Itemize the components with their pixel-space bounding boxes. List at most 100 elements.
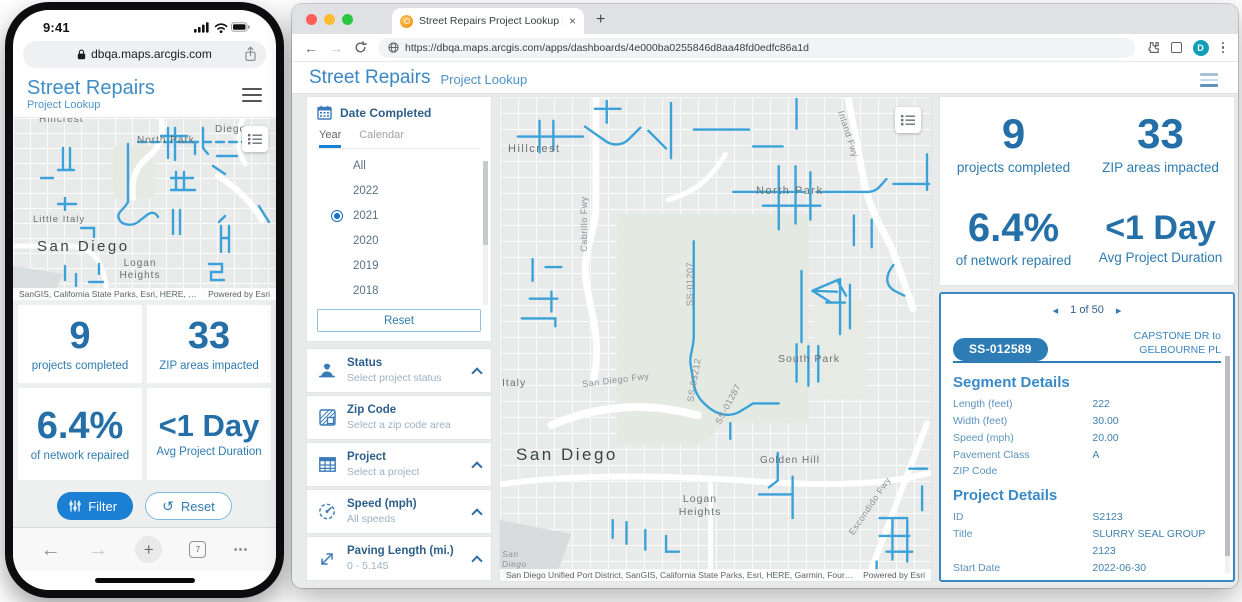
- tabs-button[interactable]: 7: [189, 541, 206, 558]
- status-icons: [194, 21, 250, 33]
- stat-avg-duration: <1 Day Avg Project Duration: [1087, 191, 1234, 285]
- year-option-list: All 2022 2021 2020 2019 2018: [317, 153, 481, 309]
- more-button[interactable]: •••: [234, 544, 249, 556]
- filter-title: Status: [347, 357, 463, 371]
- scrollbar-thumb[interactable]: [1225, 356, 1230, 556]
- measure-icon: [317, 551, 337, 567]
- filter-subtitle: Select a zip code area: [347, 419, 481, 431]
- browser-menu-button[interactable]: [1220, 40, 1227, 56]
- dashboard-header: Street Repairs Project Lookup: [292, 62, 1238, 94]
- scrollbar-thumb[interactable]: [483, 161, 488, 245]
- minimize-window-button[interactable]: [324, 14, 335, 25]
- filter-section-project[interactable]: Project Select a project: [306, 442, 492, 487]
- window-controls: [306, 14, 353, 25]
- detail-scrollbar[interactable]: [1225, 356, 1230, 573]
- calendar-icon: [317, 105, 332, 120]
- stat-label: of network repaired: [31, 450, 129, 462]
- project-details-title: Project Details: [953, 487, 1221, 504]
- share-icon[interactable]: [244, 46, 257, 62]
- filter-section-speed[interactable]: Speed (mph) All speeds: [306, 489, 492, 534]
- stat-value: 33: [1137, 113, 1184, 155]
- phone-map[interactable]: Hillcrest Diego North Park Little Italy …: [13, 118, 276, 300]
- legend-icon: [901, 114, 915, 126]
- chevron-up-icon: [471, 461, 482, 472]
- legend-button[interactable]: [895, 107, 921, 133]
- year-list-scrollbar[interactable]: [483, 161, 488, 305]
- map-attribution: San Diego Unified Port District, SanGIS,…: [500, 569, 931, 581]
- powered-by-esri: Powered by Esri: [200, 289, 270, 299]
- phone-reset-button[interactable]: ↺ Reset: [145, 492, 232, 520]
- lock-icon: [77, 49, 86, 60]
- new-tab-button[interactable]: +: [135, 536, 162, 563]
- stats-card: 9 projects completed 33 ZIP areas impact…: [939, 96, 1235, 286]
- year-option-2022[interactable]: 2022: [317, 178, 481, 203]
- legend-icon: [248, 133, 262, 145]
- tab-search-icon[interactable]: [1171, 42, 1182, 53]
- battery-icon: [232, 23, 250, 31]
- reload-button[interactable]: [354, 41, 367, 54]
- year-option-2018[interactable]: 2018: [317, 278, 481, 303]
- filter-title: Zip Code: [347, 404, 481, 418]
- home-indicator[interactable]: [95, 578, 195, 583]
- undo-icon: ↺: [162, 498, 174, 515]
- filter-section-paving-length[interactable]: Paving Length (mi.) 0 - 5.145: [306, 536, 492, 581]
- stat-value: 9: [69, 317, 90, 355]
- filter-section-status[interactable]: Status Select project status: [306, 348, 492, 393]
- phone-menu-button[interactable]: [242, 88, 262, 102]
- chevron-up-icon: [471, 508, 482, 519]
- profile-avatar[interactable]: D: [1193, 40, 1209, 56]
- back-button[interactable]: ←: [304, 41, 318, 55]
- stat-label: ZIP areas impacted: [159, 360, 259, 372]
- year-option-2020[interactable]: 2020: [317, 228, 481, 253]
- tab-title: Street Repairs Project Lookup |: [419, 15, 563, 27]
- filter-button-label: Filter: [88, 499, 117, 514]
- dashboard-map-canvas: [500, 97, 931, 573]
- back-button[interactable]: ←: [41, 540, 61, 560]
- wifi-icon: [216, 24, 227, 29]
- detail-content[interactable]: Segment Details Length (feet)222 Width (…: [953, 363, 1221, 572]
- screenshot-stage: 9:41: [0, 0, 1242, 602]
- browser-tab[interactable]: Street Repairs Project Lookup | ×: [392, 8, 584, 34]
- year-option-2019[interactable]: 2019: [317, 253, 481, 278]
- filter-button[interactable]: Filter: [57, 492, 133, 520]
- tab-year[interactable]: Year: [319, 129, 341, 148]
- pager-next-button[interactable]: ▸: [1116, 304, 1122, 317]
- stat-label: ZIP areas impacted: [1102, 160, 1219, 175]
- filter-section-zipcode[interactable]: Zip Code Select a zip code area: [306, 395, 492, 440]
- detail-row: Length (feet)222: [953, 396, 1221, 413]
- phone-url-text: dbqa.maps.arcgis.com: [91, 47, 212, 61]
- filter-title: Speed (mph): [347, 498, 463, 512]
- segment-id-badge: SS-012589: [953, 338, 1048, 361]
- filter-subtitle: 0 - 5.145: [347, 560, 463, 572]
- new-tab-button[interactable]: +: [596, 12, 605, 28]
- detail-row: ZIP Code: [953, 463, 1221, 480]
- detail-row: Width (feet)30.00: [953, 413, 1221, 430]
- date-mode-tabs: Year Calendar: [317, 129, 481, 149]
- url-omnibox[interactable]: https://dbqa.maps.arcgis.com/apps/dashbo…: [378, 38, 1135, 58]
- zipcode-map-icon: [317, 409, 337, 426]
- phone-stats-grid: 9 projects completed 33 ZIP areas impact…: [13, 300, 276, 485]
- tab-close-button[interactable]: ×: [569, 14, 576, 28]
- dashboard-body: Date Completed Year Calendar All 2022 20…: [292, 94, 1238, 588]
- stat-value: 6.4%: [968, 208, 1059, 248]
- chevron-up-icon: [471, 367, 482, 378]
- cellular-signal-icon: [194, 22, 209, 32]
- dashboard-menu-button[interactable]: [1200, 73, 1218, 87]
- extensions-puzzle-icon[interactable]: [1146, 41, 1160, 55]
- maximize-window-button[interactable]: [342, 14, 353, 25]
- legend-button[interactable]: [242, 126, 268, 152]
- forward-button[interactable]: →: [88, 540, 108, 560]
- tab-calendar[interactable]: Calendar: [359, 129, 404, 148]
- stat-value: <1 Day: [1105, 211, 1216, 245]
- forward-button[interactable]: →: [329, 41, 343, 55]
- dashboard-map[interactable]: Hillcrest North Park Inland Fwy Cabrillo…: [499, 96, 932, 582]
- year-option-all[interactable]: All: [317, 153, 481, 178]
- pager-prev-button[interactable]: ◂: [1053, 304, 1059, 317]
- date-reset-button[interactable]: Reset: [317, 309, 481, 332]
- segment-id-row: SS-012589 CAPSTONE DR to GELBOURNE PL: [953, 330, 1221, 363]
- browser-window: Street Repairs Project Lookup | × + ← → …: [292, 4, 1238, 588]
- year-option-2021-selected[interactable]: 2021: [317, 203, 481, 228]
- close-window-button[interactable]: [306, 14, 317, 25]
- filter-subtitle: Select a project: [347, 466, 463, 478]
- phone-address-bar[interactable]: dbqa.maps.arcgis.com: [23, 41, 266, 68]
